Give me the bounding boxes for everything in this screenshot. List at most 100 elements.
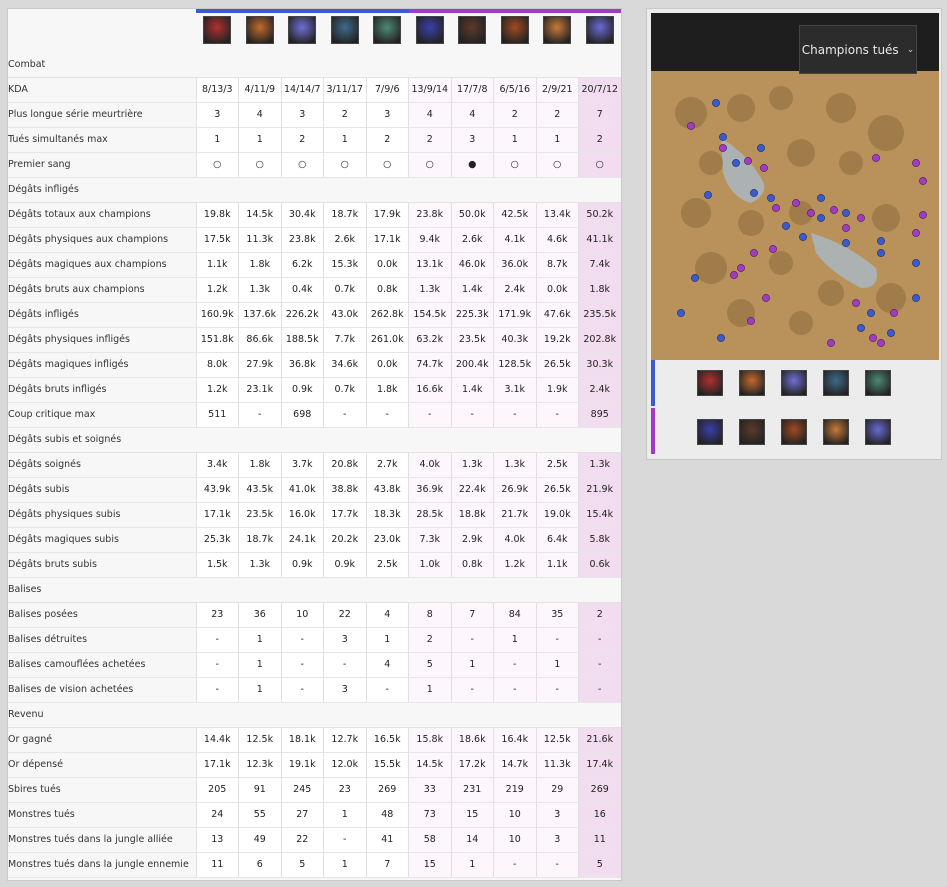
champion-9-icon[interactable] [823, 419, 849, 445]
champion-8-icon[interactable] [781, 419, 807, 445]
champion-9-icon[interactable] [543, 16, 572, 44]
section-title: Revenu [8, 702, 621, 728]
map-terrain [868, 115, 904, 151]
champion-6-icon[interactable] [697, 419, 723, 445]
stat-row: Premier sang ○ ○ ○ ○ ○ ○ ● ○ ○ ○ [8, 152, 621, 178]
stat-value-cell: 4 [366, 652, 409, 678]
stat-value-cell: 1.3k [451, 452, 494, 478]
stat-value-cell: - [281, 627, 324, 653]
stat-label: Dégâts soignés [8, 452, 197, 478]
stat-value-cell: 1.8k [238, 452, 282, 478]
map-filter-dropdown[interactable]: Champions tués ⌄ [799, 25, 917, 74]
stat-value-cell: 41.0k [281, 477, 324, 503]
stat-value-cell: 36.9k [408, 477, 452, 503]
stat-value-cell: 3 [536, 827, 579, 853]
champion-7-icon[interactable] [739, 419, 765, 445]
champion-6-icon[interactable] [415, 16, 444, 44]
stat-value-cell: 6.2k [281, 252, 324, 278]
stat-value-cell: 12.7k [323, 727, 367, 753]
stat-value-cell: 26.5k [536, 477, 579, 503]
stat-value-cell: 16.5k [366, 727, 409, 753]
stat-value-cell: ○ [238, 152, 282, 178]
stat-value-cell: 17.4k [578, 752, 621, 778]
stat-label: Coup critique max [8, 402, 197, 428]
stat-value-cell: 26.9k [493, 477, 537, 503]
stat-value-cell: 4/11/9 [238, 77, 282, 103]
stat-value-cell: 84 [493, 602, 537, 628]
champion-header-cell [238, 9, 281, 52]
stat-value-cell: 2.6k [451, 227, 494, 253]
stat-value-cell: 17.9k [366, 202, 409, 228]
kill-marker-blue [782, 222, 790, 230]
kill-marker-blue [912, 294, 920, 302]
stat-value-cell: 5.8k [578, 527, 621, 553]
stat-value-cell: 17.1k [196, 752, 239, 778]
stat-value-cell: - [323, 652, 367, 678]
kill-marker-blue [817, 194, 825, 202]
stat-value-cell: 19.2k [536, 327, 579, 353]
champion-3-icon[interactable] [781, 370, 807, 396]
stat-value-cell: 3/11/17 [323, 77, 367, 103]
stat-value-cell: 231 [451, 777, 494, 803]
stat-value-cell: 1 [493, 127, 537, 153]
kill-marker-purple [872, 154, 880, 162]
stat-value-cell: 200.4k [451, 352, 494, 378]
champion-1-icon[interactable] [203, 16, 232, 44]
stat-value-cell: 5 [408, 652, 452, 678]
champion-2-icon[interactable] [245, 16, 274, 44]
stat-label: Dégâts totaux aux champions [8, 202, 197, 228]
kill-marker-blue [877, 237, 885, 245]
stat-value-cell: 1 [323, 802, 367, 828]
champion-4-icon[interactable] [330, 16, 359, 44]
stat-value-cell: 0.9k [281, 552, 324, 578]
champion-4-icon[interactable] [823, 370, 849, 396]
stat-value-cell: 30.4k [281, 202, 324, 228]
map-terrain [769, 251, 793, 275]
kill-marker-blue [857, 324, 865, 332]
champion-7-icon[interactable] [458, 16, 487, 44]
champion-10-icon[interactable] [865, 419, 891, 445]
stat-value-cell: 1.4k [451, 377, 494, 403]
stat-value-cell: 1 [451, 652, 494, 678]
stat-value-cell: 0.6k [578, 552, 621, 578]
champion-5-icon[interactable] [865, 370, 891, 396]
chevron-down-icon: ⌄ [906, 44, 915, 55]
stat-label: Dégâts magiques subis [8, 527, 197, 553]
champion-10-icon[interactable] [585, 16, 614, 44]
kill-marker-blue [767, 194, 775, 202]
stat-value-cell: 33 [408, 777, 452, 803]
stat-value-cell: 41 [366, 827, 409, 853]
champion-2-icon[interactable] [739, 370, 765, 396]
stat-value-cell: 8/13/3 [196, 77, 239, 103]
stat-row: Dégâts physiques aux champions 17.5k 11.3k… [8, 227, 621, 253]
stat-value-cell: 188.5k [281, 327, 324, 353]
stat-value-cell: 261.0k [366, 327, 409, 353]
stat-value-cell: 23.8k [408, 202, 452, 228]
stat-value-cell: 29 [536, 777, 579, 803]
champion-5-icon[interactable] [373, 16, 402, 44]
stat-value-cell: 5 [281, 852, 324, 878]
section-title: Dégâts infligés [8, 177, 621, 203]
stat-value-cell: 17.7k [323, 502, 367, 528]
stat-value-cell: 11 [196, 852, 239, 878]
stat-value-cell: 1.1k [536, 552, 579, 578]
champion-8-icon[interactable] [500, 16, 529, 44]
stat-value-cell: 23 [323, 777, 367, 803]
stat-value-cell: 20.8k [323, 452, 367, 478]
stat-label: Tués simultanés max [8, 127, 197, 153]
kill-marker-blue [817, 214, 825, 222]
champion-1-icon[interactable] [697, 370, 723, 396]
stat-value-cell: 47.6k [536, 302, 579, 328]
stat-value-cell: ● [451, 152, 494, 178]
stat-row: Tués simultanés max 1 1 2 1 2 2 3 1 1 2 [8, 127, 621, 153]
stat-value-cell: 13.1k [408, 252, 452, 278]
stat-value-cell: - [281, 652, 324, 678]
stat-value-cell: 24 [196, 802, 239, 828]
stat-value-cell: 3 [281, 102, 324, 128]
stat-row: Dégâts magiques aux champions 1.1k 1.8k 6.2… [8, 252, 621, 278]
stat-row: Dégâts bruts infligés 1.2k 23.1k 0.9k 0.7k 1.… [8, 377, 621, 403]
stat-value-cell: 2 [323, 102, 367, 128]
section-title: Dégâts subis et soignés [8, 427, 621, 453]
kill-marker-purple [747, 317, 755, 325]
champion-3-icon[interactable] [288, 16, 317, 44]
